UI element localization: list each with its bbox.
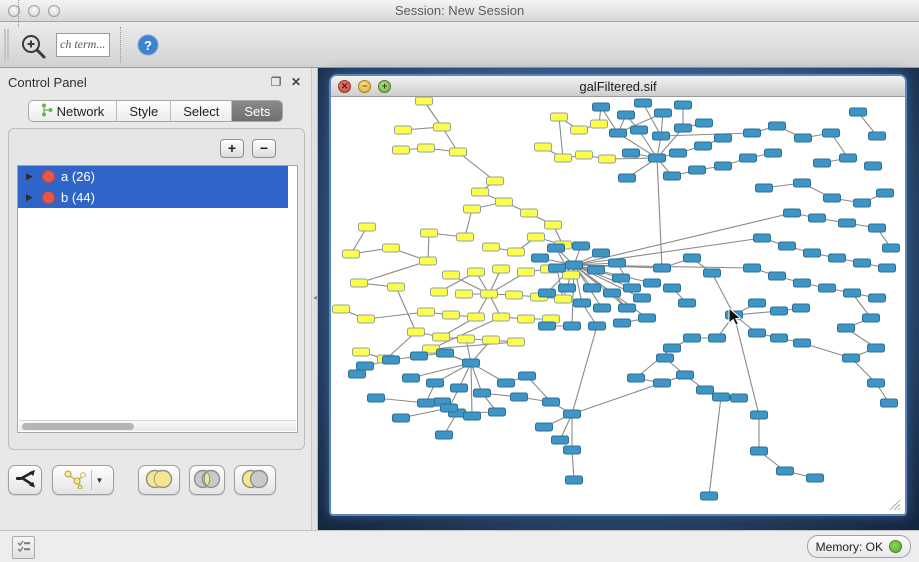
window-title: Session: New Session: [0, 3, 919, 18]
set-label: b (44): [61, 190, 95, 205]
task-history-icon: [17, 539, 31, 556]
help-button[interactable]: ?: [127, 26, 169, 64]
main-toolbar: 1:1 ?: [0, 22, 919, 68]
expander-triangle-icon[interactable]: ▶: [26, 171, 36, 182]
dropdown-arrow-icon[interactable]: ▼: [96, 476, 104, 485]
network-window[interactable]: ✕ − + galFiltered.sif: [331, 76, 905, 514]
control-panel-title: Control Panel: [8, 75, 263, 90]
network-desktop: ✕ − + galFiltered.sif: [318, 68, 919, 530]
float-panel-icon[interactable]: ❐: [269, 75, 283, 89]
venn-intersection-button[interactable]: [189, 465, 225, 495]
application-window: Session: New Session 1:1 ? Control Panel…: [0, 0, 919, 562]
main-area: Control Panel ❐ ✕ Network Style Select Sets…: [0, 68, 919, 530]
task-history-button[interactable]: [12, 536, 35, 559]
memory-ok-led-icon: [889, 540, 902, 553]
tab-label: Network: [57, 104, 105, 119]
splitter-collapse-icon[interactable]: ◂: [313, 293, 317, 302]
tab-network[interactable]: Network: [29, 101, 118, 121]
panel-splitter[interactable]: ◂: [311, 68, 318, 530]
network-window-titlebar[interactable]: ✕ − + galFiltered.sif: [331, 76, 905, 97]
resize-grip-icon[interactable]: [888, 498, 901, 511]
control-panel-tabs: Network Style Select Sets: [0, 100, 311, 122]
button-divider: [91, 470, 92, 490]
control-panel-header: Control Panel ❐ ✕: [0, 68, 311, 96]
set-row[interactable]: ▶ b (44): [18, 187, 288, 208]
venn-intersection-icon: [192, 468, 222, 493]
tab-sets[interactable]: Sets: [232, 101, 282, 121]
close-panel-icon[interactable]: ✕: [289, 75, 303, 89]
window-titlebar: Session: New Session: [0, 0, 919, 22]
control-panel: Control Panel ❐ ✕ Network Style Select Sets…: [0, 68, 311, 530]
expander-triangle-icon[interactable]: ▶: [26, 192, 36, 203]
remove-set-button[interactable]: −: [252, 139, 276, 158]
toolbar-drag-handle[interactable]: [4, 29, 9, 61]
venn-union-icon: [144, 468, 174, 493]
tab-select[interactable]: Select: [171, 101, 232, 121]
horizontal-scrollbar[interactable]: [19, 420, 296, 431]
svg-text:?: ?: [144, 38, 152, 53]
sets-panel: + − ▶ a (26) ▶ b (44): [8, 128, 305, 450]
set-label: a (26): [61, 169, 95, 184]
toolbar-separator: [18, 0, 19, 27]
tab-label: Sets: [244, 104, 270, 119]
add-set-button[interactable]: +: [220, 139, 244, 158]
memory-status-button[interactable]: Memory: OK: [807, 535, 911, 558]
help-icon: ?: [136, 33, 160, 57]
search-input[interactable]: [56, 33, 110, 57]
network-graph[interactable]: [331, 97, 903, 513]
tab-label: Style: [129, 104, 158, 119]
tab-label: Select: [183, 104, 219, 119]
venn-difference-button[interactable]: [234, 465, 276, 495]
create-set-from-network-icon: [63, 469, 87, 492]
zoom-in-icon: [19, 32, 47, 60]
split-set-icon: [14, 469, 36, 492]
memory-status-label: Memory: OK: [816, 540, 883, 554]
sets-action-buttons: ▼: [8, 460, 305, 500]
venn-union-button[interactable]: [138, 465, 180, 495]
network-window-title: galFiltered.sif: [331, 79, 905, 94]
set-color-dot-icon: [42, 191, 55, 204]
tab-style[interactable]: Style: [117, 101, 171, 121]
search-field-wrap: [56, 33, 110, 57]
zoom-in-button[interactable]: [12, 27, 54, 65]
split-set-button[interactable]: [8, 465, 42, 495]
venn-difference-icon: [240, 468, 270, 493]
network-canvas[interactable]: [331, 97, 903, 513]
toolbar-separator: [120, 27, 121, 63]
status-bar: Memory: OK: [0, 530, 919, 562]
set-row[interactable]: ▶ a (26): [18, 166, 288, 187]
sets-list[interactable]: ▶ a (26) ▶ b (44): [17, 165, 298, 433]
create-set-from-network-button[interactable]: ▼: [52, 465, 114, 495]
scrollbar-thumb[interactable]: [22, 423, 134, 430]
network-tree-icon: [41, 103, 53, 120]
set-color-dot-icon: [42, 170, 55, 183]
